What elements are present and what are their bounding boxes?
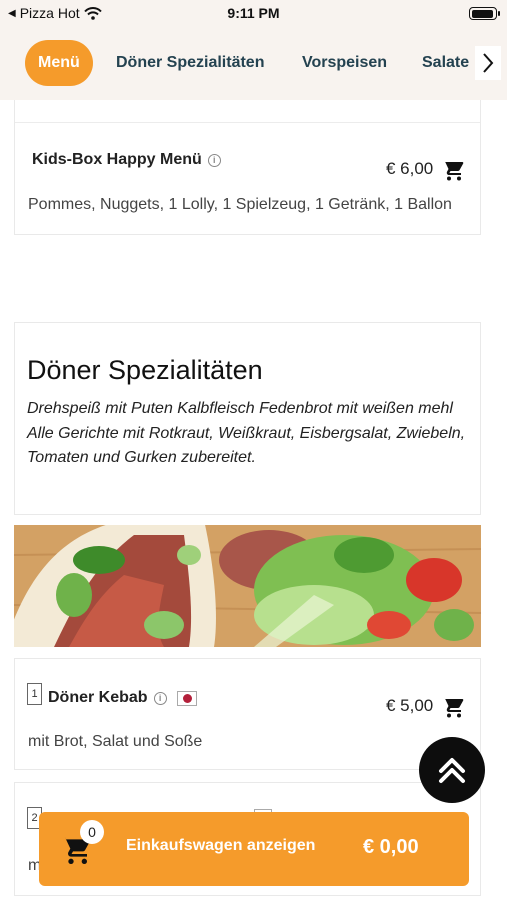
item-number-badge: 1 bbox=[27, 683, 42, 705]
view-cart-button[interactable]: 0 Einkaufswagen anzeigen € 0,00 bbox=[39, 812, 469, 886]
item-description: Pommes, Nuggets, 1 Lolly, 1 Spielzeug, 1… bbox=[28, 196, 452, 213]
cart-total: € 0,00 bbox=[363, 836, 419, 858]
cart-count-badge: 0 bbox=[80, 820, 104, 844]
flag-icon bbox=[176, 690, 197, 706]
menu-item-doener-kebab[interactable]: 1 Döner Kebab i € 5,00 mit Brot, Salat u… bbox=[14, 658, 481, 770]
add-to-cart-icon[interactable] bbox=[440, 695, 464, 719]
tab-doener-spezialitaeten[interactable]: Döner Spezialitäten bbox=[116, 40, 264, 86]
double-chevron-up-icon bbox=[439, 758, 465, 783]
doener-wrap-illustration bbox=[14, 525, 481, 647]
item-title-text: Kids-Box Happy Menü bbox=[32, 151, 202, 168]
item-price: € 6,00 bbox=[386, 159, 434, 178]
tab-vorspeisen[interactable]: Vorspeisen bbox=[302, 40, 387, 86]
chevron-right-icon bbox=[483, 53, 494, 73]
item-price: € 5,00 bbox=[386, 696, 434, 715]
category-nav: Menü Döner Spezialitäten Vorspeisen Sala… bbox=[0, 26, 507, 100]
cart-label: Einkaufswagen anzeigen bbox=[126, 837, 316, 854]
status-bar: ◀ Pizza Hot 9:11 PM bbox=[0, 0, 507, 26]
section-header-doener: Döner Spezialitäten Drehspeiß mit Puten … bbox=[14, 322, 481, 515]
tab-menu[interactable]: Menü bbox=[25, 40, 93, 86]
item-title: Kids-Box Happy Menü i bbox=[32, 151, 221, 169]
nav-next-button[interactable] bbox=[475, 46, 501, 80]
menu-item-kids-box[interactable]: Kids-Box Happy Menü i € 6,00 Pommes, Nug… bbox=[14, 100, 481, 235]
item-description: mit Brot, Salat und Soße bbox=[28, 733, 203, 750]
info-icon[interactable]: i bbox=[153, 691, 167, 705]
section-description: Drehspeiß mit Puten Kalbfleisch Fedenbro… bbox=[27, 400, 466, 466]
scroll-to-top-button[interactable] bbox=[419, 737, 485, 803]
section-banner-image bbox=[14, 525, 481, 647]
tab-salate[interactable]: Salate bbox=[422, 40, 469, 86]
divider bbox=[15, 122, 480, 123]
info-icon[interactable]: i bbox=[207, 153, 221, 167]
item-title-text: Döner Kebab bbox=[48, 689, 148, 706]
item-title: Döner Kebab i bbox=[48, 689, 197, 707]
section-title: Döner Spezialitäten bbox=[27, 355, 263, 385]
clock: 9:11 PM bbox=[227, 5, 280, 21]
battery-icon bbox=[469, 7, 500, 20]
add-to-cart-icon[interactable] bbox=[440, 158, 464, 182]
